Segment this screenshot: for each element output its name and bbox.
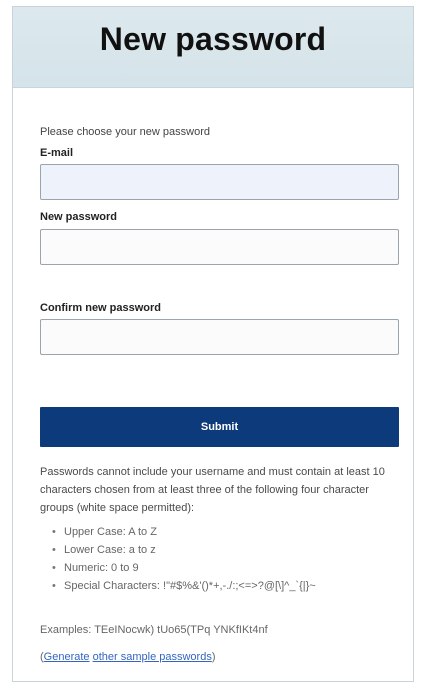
character-group-list: Upper Case: A to Z Lower Case: a to z Nu… [40,523,402,595]
generate-suffix: ) [211,651,216,663]
new-password-label: New password [40,211,118,223]
password-rules: Passwords cannot include your username a… [40,463,402,595]
confirm-password-label: Confirm new password [40,302,162,314]
email-label: E-mail [40,147,74,159]
new-password-field[interactable] [40,229,399,265]
new-password-panel: New password Please choose your new pass… [12,6,414,682]
page-title: New password [99,21,327,57]
character-group-special: Special Characters: !"#$%&'()*+,-./:;<=>… [52,577,402,595]
character-group-lower: Lower Case: a to z [52,541,402,559]
password-rules-description: Passwords cannot include your username a… [40,466,385,514]
confirm-password-field[interactable] [40,319,399,355]
character-group-numeric: Numeric: 0 to 9 [52,559,402,577]
character-group-upper: Upper Case: A to Z [52,523,402,541]
submit-button[interactable]: Submit [40,407,399,447]
form-intro-text: Please choose your new password [40,126,210,138]
generate-links: (Generate other sample passwords) [40,651,216,663]
generate-link[interactable]: Generate [44,651,90,663]
page-header-banner: New password [13,7,413,88]
example-passwords: Examples: TEeINocwk) tUo65(TPq YNKfIKt4n… [40,624,268,636]
other-sample-passwords-link[interactable]: other sample passwords [93,651,212,663]
email-field[interactable] [40,164,399,200]
